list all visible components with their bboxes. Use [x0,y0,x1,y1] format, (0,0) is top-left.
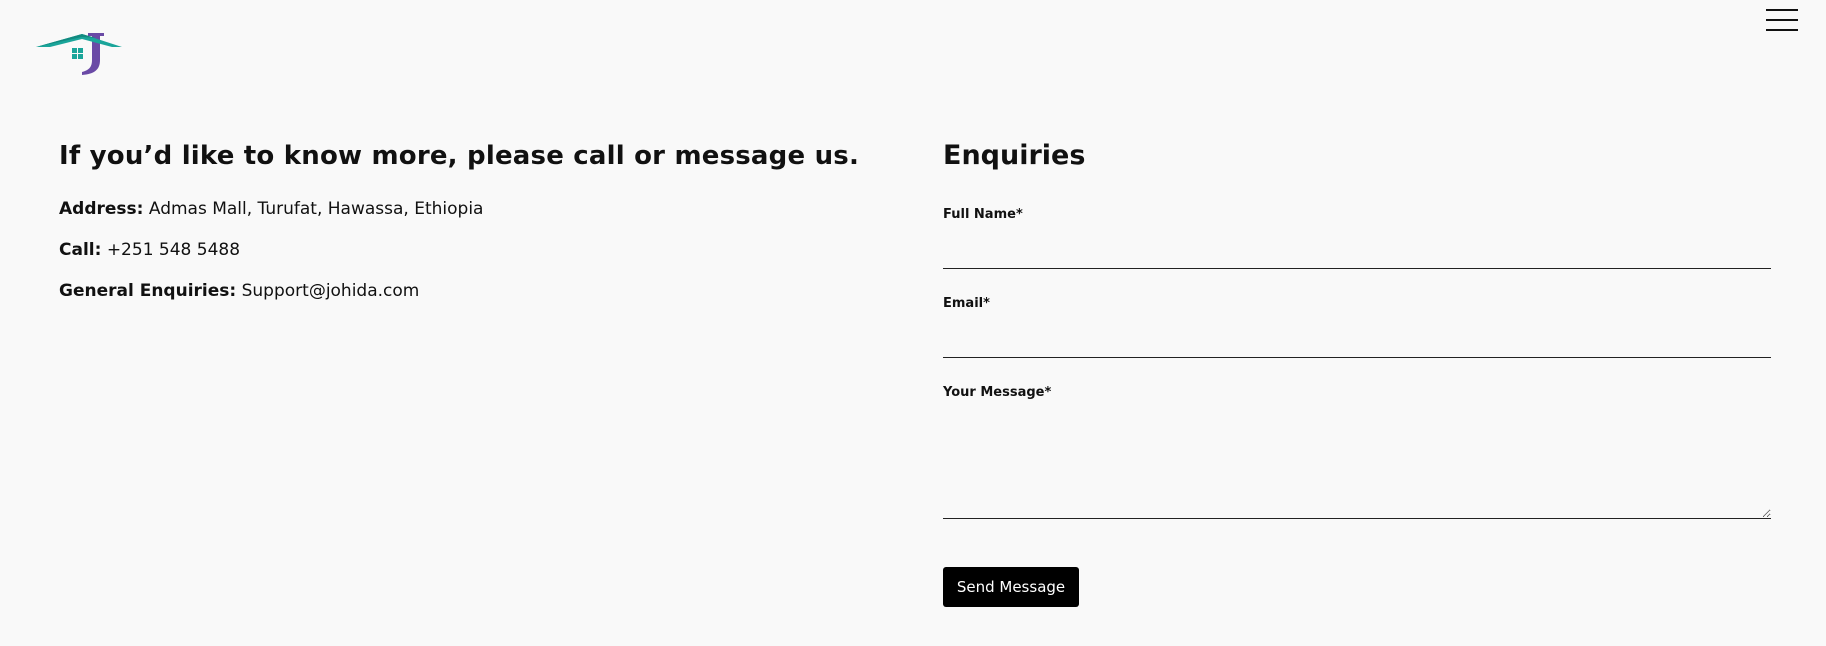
email-input[interactable] [943,328,1771,358]
full-name-label: Full Name* [943,207,1023,222]
address-label: Address: [59,199,144,219]
general-enquiries-label: General Enquiries: [59,281,237,301]
menu-line-icon [1766,29,1798,31]
call-line: Call: +251 548 5488 [59,239,240,261]
message-label: Your Message* [943,385,1052,400]
contact-info-section: If you’d like to know more, please call … [59,135,879,301]
support-email-value: Support@johida.com [241,281,420,301]
menu-line-icon [1766,9,1798,11]
full-name-input[interactable] [943,239,1771,269]
johida-logo[interactable] [36,30,122,78]
phone-value: +251 548 5488 [106,240,241,260]
address-value: Admas Mall, Turufat, Hawassa, Ethiopia [148,199,484,219]
house-logo-icon [36,33,122,75]
call-label: Call: [59,240,102,260]
menu-line-icon [1766,19,1798,21]
hamburger-menu-button[interactable] [1766,6,1800,32]
send-message-button[interactable]: Send Message [943,567,1079,607]
general-enquiries-line: General Enquiries: Support@johida.com [59,280,419,302]
enquiry-form: Enquiries Full Name* Email* Your Message… [943,135,1771,607]
address-line: Address: Admas Mall, Turufat, Hawassa, E… [59,198,483,220]
contact-heading: If you’d like to know more, please call … [59,141,860,171]
enquiries-heading: Enquiries [943,140,1086,171]
email-label: Email* [943,296,990,311]
message-textarea[interactable] [943,410,1771,519]
